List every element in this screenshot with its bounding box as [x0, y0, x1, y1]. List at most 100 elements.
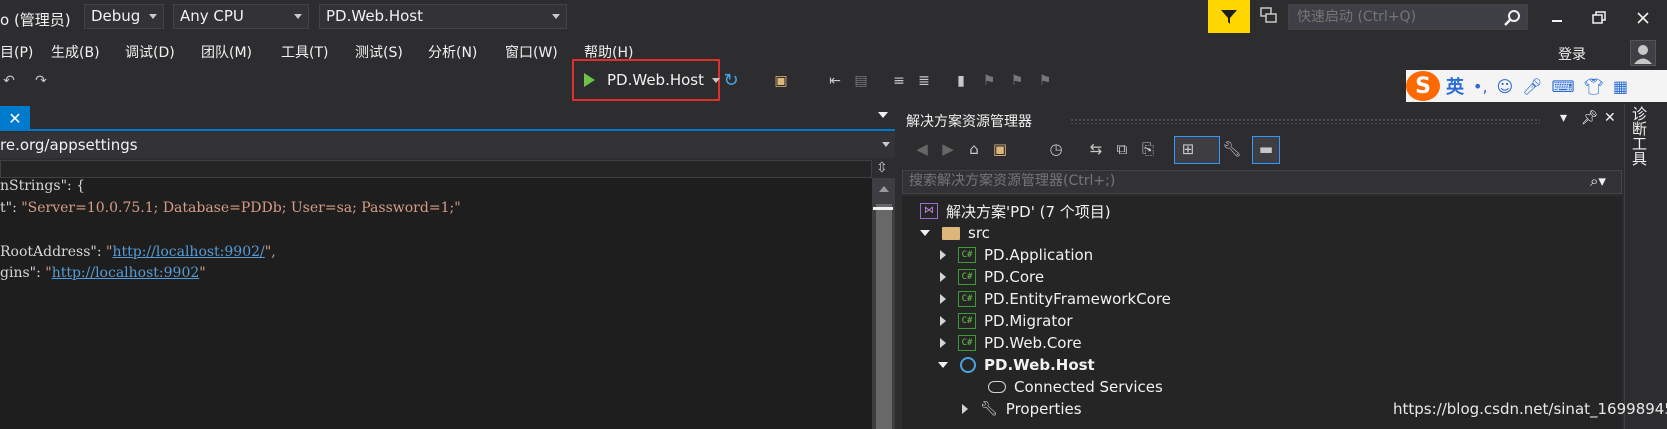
quick-launch-input[interactable] — [1289, 9, 1489, 25]
minimize-icon — [1552, 20, 1562, 22]
punctuation-icon[interactable]: •, — [1473, 77, 1488, 96]
split-window-icon[interactable]: ⇳ — [876, 160, 888, 176]
tree-item-project[interactable]: C# PD.EntityFrameworkCore — [940, 288, 1171, 310]
tree-item-project[interactable]: C# PD.Web.Core — [940, 332, 1082, 354]
tab-list-dropdown-icon[interactable] — [878, 112, 888, 118]
minimize-button[interactable] — [1540, 6, 1574, 30]
tree-item-project[interactable]: C# PD.Application — [940, 244, 1093, 266]
editor-tab-close[interactable]: ✕ — [0, 106, 30, 130]
menu-build[interactable]: 生成(B) — [51, 42, 100, 62]
sync-icon[interactable]: ⇆ — [1086, 140, 1106, 158]
tree-item-project[interactable]: C# PD.Migrator — [940, 310, 1073, 332]
properties-wrench-icon[interactable]: 🔧︎ — [1222, 140, 1242, 158]
startup-project-dropdown[interactable]: PD.Web.Host — [319, 4, 567, 29]
menu-test[interactable]: 测试(S) — [355, 42, 403, 62]
chevron-down-icon[interactable] — [882, 142, 890, 147]
collapse-arrow-icon[interactable] — [940, 316, 946, 326]
tree-item-project[interactable]: C# PD.Core — [940, 266, 1044, 288]
clear-bookmarks-icon[interactable]: ⚑ — [1036, 72, 1054, 90]
scroll-up-icon[interactable] — [879, 186, 889, 192]
show-all-files-icon[interactable]: ⎘ — [1138, 140, 1158, 158]
expand-arrow-icon[interactable] — [920, 230, 930, 236]
emoji-icon[interactable]: ☺ — [1497, 77, 1514, 96]
solution-icon: ⋈ — [920, 203, 938, 219]
code-line: nStrings": { — [0, 178, 86, 194]
keyboard-icon[interactable]: ⌨ — [1552, 77, 1575, 96]
bookmark-icon[interactable]: ▮ — [952, 72, 970, 90]
quick-launch-box[interactable] — [1288, 4, 1528, 30]
menu-team[interactable]: 团队(M) — [201, 42, 252, 62]
step-icon[interactable]: ⇤ — [826, 72, 844, 90]
search-icon[interactable] — [1503, 9, 1521, 27]
menu-project[interactable]: 目(P) — [0, 42, 33, 62]
run-target-label: PD.Web.Host — [607, 71, 704, 89]
forward-icon[interactable]: ▶ — [938, 140, 958, 158]
csharp-project-icon: C# — [958, 335, 976, 351]
collapse-all-icon[interactable]: ⧉ — [1112, 140, 1132, 158]
collapse-arrow-icon[interactable] — [940, 272, 946, 282]
pin-icon[interactable]: 📌︎ — [1581, 110, 1599, 126]
drag-grip[interactable] — [1070, 118, 1540, 124]
tree-item-src[interactable]: src — [920, 222, 990, 244]
collapse-arrow-icon[interactable] — [940, 294, 946, 304]
menu-bar: 目(P) 生成(B) 调试(D) 团队(M) 工具(T) 测试(S) 分析(N)… — [0, 38, 1440, 64]
close-button[interactable] — [1626, 6, 1660, 30]
microphone-icon[interactable]: 🎤︎ — [1522, 77, 1542, 96]
uncomment-icon[interactable]: ≣ — [915, 72, 933, 90]
expand-arrow-icon[interactable] — [938, 362, 948, 368]
back-icon[interactable]: ◀ — [912, 140, 932, 158]
configuration-value: Debug — [91, 7, 141, 25]
comment-icon[interactable]: ≡ — [890, 72, 908, 90]
schema-path[interactable]: re.org/appsettings — [0, 136, 138, 154]
platform-dropdown[interactable]: Any CPU — [173, 4, 309, 29]
solution-tree[interactable]: ⋈ 解决方案'PD' (7 个项目) src C# PD.Application… — [902, 196, 1622, 429]
search-icon[interactable]: ⌕▾ — [1590, 172, 1606, 190]
url-link[interactable]: http://localhost:9902 — [52, 265, 200, 281]
url-link[interactable]: http://localhost:9902/ — [112, 244, 264, 260]
home-icon[interactable]: ⌂ — [964, 140, 984, 158]
send-feedback-icon[interactable] — [1258, 6, 1278, 26]
sign-in-link[interactable]: 登录 — [1558, 44, 1586, 64]
restore-button[interactable] — [1582, 6, 1616, 30]
tree-item-connected-services[interactable]: Connected Services — [988, 376, 1163, 398]
menu-window[interactable]: 窗口(W) — [505, 42, 558, 62]
avatar[interactable] — [1630, 40, 1656, 66]
chevron-down-icon[interactable] — [712, 77, 720, 83]
tree-item-solution[interactable]: ⋈ 解决方案'PD' (7 个项目) — [920, 200, 1111, 222]
collapse-arrow-icon[interactable] — [962, 404, 968, 414]
prev-bookmark-icon[interactable]: ⚑ — [980, 72, 998, 90]
scrollbar-thumb[interactable] — [876, 204, 892, 429]
switch-views-icon[interactable]: ▣ — [990, 140, 1010, 158]
csharp-project-icon: C# — [958, 247, 976, 263]
refresh-icon[interactable]: ↻ — [722, 72, 740, 90]
undo-icon[interactable]: ↶ — [0, 72, 18, 90]
user-icon — [1634, 45, 1652, 64]
tree-item-properties[interactable]: 🔧︎ Properties — [962, 398, 1082, 420]
code-editor[interactable]: nStrings": { t": "Server=10.0.75.1; Data… — [0, 178, 872, 429]
menu-grid-icon[interactable]: ▦ — [1613, 77, 1628, 96]
skin-icon[interactable]: 👕︎ — [1584, 77, 1604, 96]
solution-search-input[interactable] — [903, 171, 1543, 191]
panel-close-icon[interactable]: ✕ — [1604, 110, 1616, 126]
tree-item-startup-project[interactable]: PD.Web.Host — [938, 354, 1095, 376]
browse-icon[interactable]: ▣ — [772, 72, 790, 90]
configuration-dropdown[interactable]: Debug — [84, 4, 164, 29]
chevron-down-icon — [149, 14, 157, 19]
menu-analyze[interactable]: 分析(N) — [428, 42, 477, 62]
panel-menu-icon[interactable]: ▾ — [1560, 110, 1567, 126]
collapse-arrow-icon[interactable] — [940, 250, 946, 260]
collapse-arrow-icon[interactable] — [940, 338, 946, 348]
ime-language[interactable]: 英 — [1446, 73, 1464, 99]
csharp-project-icon: C# — [958, 269, 976, 285]
format-icon[interactable]: ▤ — [852, 72, 870, 90]
solution-search-box[interactable] — [902, 170, 1622, 194]
diagnostic-tools-tab[interactable]: 诊断工具 — [1628, 106, 1650, 166]
feedback-filter-button[interactable] — [1208, 0, 1250, 33]
menu-debug[interactable]: 调试(D) — [125, 42, 175, 62]
redo-icon[interactable]: ↷ — [32, 72, 50, 90]
next-bookmark-icon[interactable]: ⚑ — [1008, 72, 1026, 90]
menu-tools[interactable]: 工具(T) — [281, 42, 328, 62]
ime-toolbar[interactable]: S 英 •, ☺ 🎤︎ ⌨ 👕︎ ▦ — [1406, 70, 1667, 102]
start-debugging-button[interactable]: PD.Web.Host — [572, 59, 720, 101]
pending-changes-icon[interactable]: ◷ — [1046, 140, 1066, 158]
